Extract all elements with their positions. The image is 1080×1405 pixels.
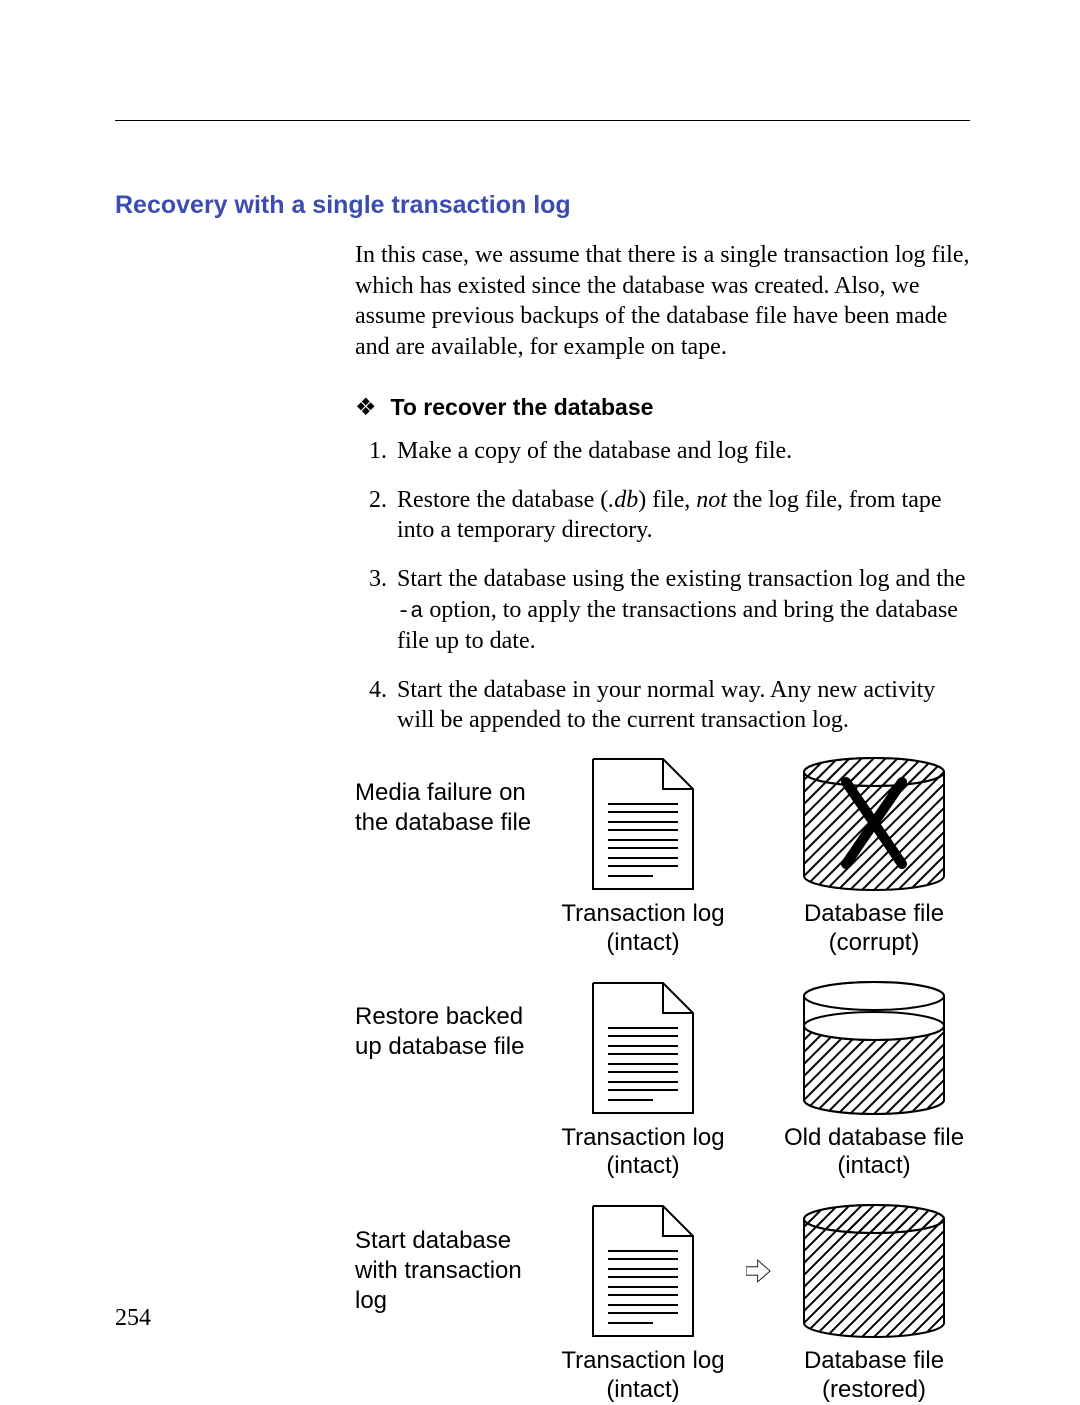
diagram-row-2: Restore backed up database file [355,978,970,1118]
database-restored-icon [779,1201,969,1341]
database-corrupt-icon [779,754,969,894]
diagram-label-2: Restore backed up database file [355,978,540,1062]
caption-log-3: Transaction log (intact) [548,1347,738,1405]
diagram-label-3: Start database with transaction log [355,1226,540,1316]
text: Restore the database ( [397,487,608,513]
arrow-right-icon [746,1241,771,1301]
subheading: To recover the database [391,394,654,420]
list-item: Restore the database (.db) file, not the… [393,485,970,546]
page: Recovery with a single transaction log I… [0,0,1080,1388]
diagram: Media failure on the database file [355,754,970,1405]
caption-db-3: Database file (restored) [779,1347,969,1405]
list-item: Start the database using the existing tr… [393,564,970,657]
list-item: Make a copy of the database and log file… [393,436,970,467]
step-list: Make a copy of the database and log file… [355,436,970,736]
diagram-captions-1: Transaction log (intact) Database file (… [355,900,970,958]
page-number: 254 [115,1305,151,1332]
text: Start the database using the existing tr… [397,566,966,592]
caption-log-1: Transaction log (intact) [548,900,738,958]
transaction-log-icon [548,978,738,1118]
text-mono: -a [397,599,423,624]
caption-db-1: Database file (corrupt) [779,900,969,958]
database-old-icon [779,978,969,1118]
subheading-row: ❖ To recover the database [355,393,970,422]
top-rule [115,120,970,121]
diagram-row-3: Start database with transaction log [355,1201,970,1341]
text-italic: not [696,487,727,513]
section-title: Recovery with a single transaction log [115,191,970,220]
transaction-log-icon [548,1201,738,1341]
list-item: Start the database in your normal way. A… [393,675,970,736]
transaction-log-icon [548,754,738,894]
diamond-bullet-icon: ❖ [355,395,377,421]
text-italic: .db [608,487,638,513]
caption-db-2: Old database file (intact) [779,1124,969,1182]
diagram-row-1: Media failure on the database file [355,754,970,894]
diagram-captions-3: Transaction log (intact) Database file (… [355,1347,970,1405]
text: ) file, [638,487,696,513]
intro-paragraph: In this case, we assume that there is a … [355,240,970,363]
text: option, to apply the transactions and br… [397,597,958,654]
diagram-label-1: Media failure on the database file [355,754,540,838]
caption-log-2: Transaction log (intact) [548,1124,738,1182]
diagram-captions-2: Transaction log (intact) Old database fi… [355,1124,970,1182]
